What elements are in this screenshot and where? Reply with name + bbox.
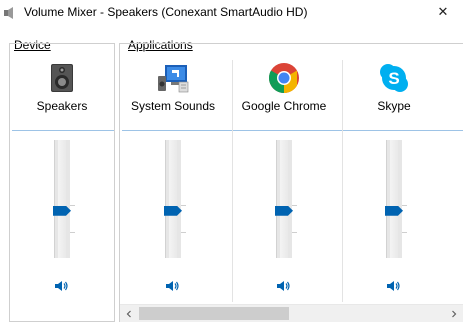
- app-column-google-chrome: Google Chrome: [231, 56, 337, 302]
- speaker-volume-icon: [55, 281, 68, 291]
- window-title: Volume Mixer - Speakers (Conexant SmartA…: [24, 5, 308, 19]
- app-label-system-sounds: System Sounds: [130, 99, 216, 113]
- svg-text:S: S: [388, 69, 399, 88]
- scroll-right-button[interactable]: [445, 305, 463, 322]
- chrome-icon: [268, 63, 299, 93]
- scrollbar-thumb[interactable]: [139, 307, 289, 320]
- slider-tick: [70, 232, 75, 234]
- slider-tick: [292, 204, 297, 206]
- device-volume-slider[interactable]: [54, 140, 70, 258]
- slider-tick: [402, 204, 407, 206]
- close-icon: ✕: [437, 4, 449, 19]
- system-sounds-icon: [158, 65, 189, 93]
- slider-tick: [181, 232, 186, 234]
- speakers-icon: [51, 64, 73, 92]
- scroll-left-button[interactable]: [120, 305, 138, 322]
- slider-tick: [70, 204, 75, 206]
- app-label-skype: Skype: [377, 99, 411, 113]
- skype-mute-button[interactable]: [385, 278, 403, 294]
- skype-volume-slider[interactable]: [386, 140, 402, 258]
- speaker-icon: [4, 7, 13, 19]
- slider-tick: [292, 232, 297, 234]
- title-bar: Volume Mixer - Speakers (Conexant SmartA…: [0, 0, 463, 26]
- speaker-volume-icon: [387, 281, 400, 291]
- speaker-volume-icon: [277, 281, 290, 291]
- system-sounds-mute-button[interactable]: [164, 278, 182, 294]
- speaker-volume-icon: [166, 281, 179, 291]
- slider-tick: [181, 204, 186, 206]
- slider-tick: [402, 232, 407, 234]
- app-column-system-sounds: System Sounds: [120, 56, 226, 302]
- app-label-google-chrome: Google Chrome: [241, 99, 327, 113]
- close-button[interactable]: ✕: [431, 1, 455, 23]
- chevron-left-icon: [126, 310, 131, 317]
- chevron-right-icon: [452, 310, 457, 317]
- app-column-skype: S Skype: [341, 56, 447, 302]
- skype-icon: S: [380, 64, 408, 92]
- device-label: Speakers: [36, 99, 88, 113]
- device-mute-button[interactable]: [53, 278, 71, 294]
- device-column-speakers: Speakers: [9, 56, 115, 302]
- system-sounds-volume-slider[interactable]: [165, 140, 181, 258]
- google-chrome-volume-slider[interactable]: [276, 140, 292, 258]
- google-chrome-mute-button[interactable]: [275, 278, 293, 294]
- horizontal-scrollbar[interactable]: [120, 304, 463, 322]
